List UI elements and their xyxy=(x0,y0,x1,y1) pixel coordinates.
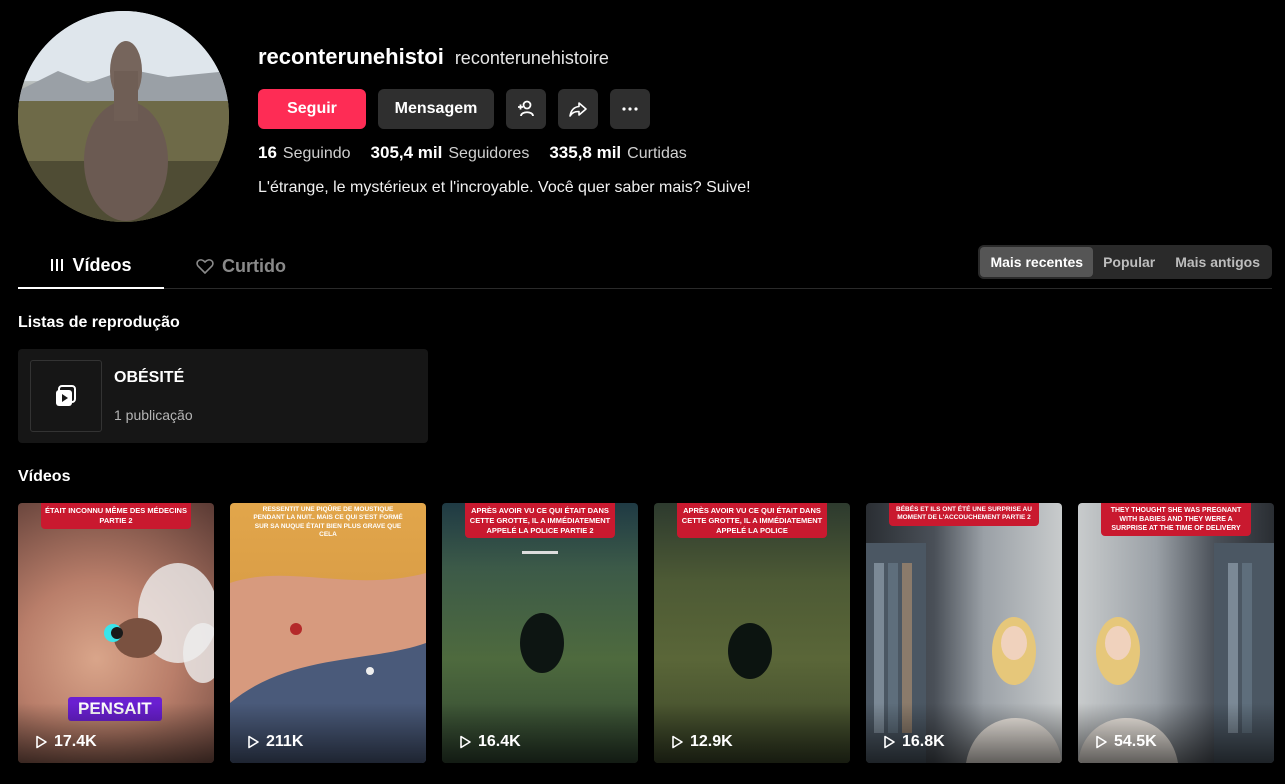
bio: L'étrange, le mystérieux et l'incroyable… xyxy=(258,179,751,196)
playlist-thumbnail xyxy=(30,360,102,432)
grid-icon xyxy=(51,259,64,271)
heart-lock-icon xyxy=(196,259,214,274)
video-card[interactable]: Après avoir vu ce qui était dans cette g… xyxy=(654,503,850,763)
tab-videos-label: Vídeos xyxy=(72,254,132,275)
share-icon xyxy=(569,102,587,117)
play-icon xyxy=(248,735,259,749)
video-views-count: 211K xyxy=(266,733,304,750)
video-views: 12.9K xyxy=(670,733,733,751)
playlist-name: OBÉSITÉ xyxy=(114,369,185,386)
video-views-count: 16.4K xyxy=(478,733,521,750)
video-card[interactable]: était inconnu même des médecins partie 2… xyxy=(18,503,214,763)
sort-popular[interactable]: Popular xyxy=(1093,247,1165,277)
profile-info: reconterunehistoi reconterunehistoire Se… xyxy=(258,44,751,197)
play-icon xyxy=(460,735,471,749)
follow-button[interactable]: Seguir xyxy=(258,89,366,129)
video-views: 16.8K xyxy=(882,733,945,751)
play-icon xyxy=(1096,735,1107,749)
name-row: reconterunehistoi reconterunehistoire xyxy=(258,44,751,70)
video-views: 54.5K xyxy=(1094,733,1157,751)
video-card[interactable]: ressentit une piqûre de moustique pendan… xyxy=(230,503,426,763)
following-stat[interactable]: 16 Seguindo xyxy=(258,143,351,163)
videos-title: Vídeos xyxy=(18,468,71,485)
profile-tabs: Vídeos Curtido Mais recentes Popular Mai… xyxy=(18,243,1272,289)
playlists-title: Listas de reprodução xyxy=(18,314,180,331)
followers-count: 305,4 mil xyxy=(370,143,443,162)
likes-stat: 335,8 mil Curtidas xyxy=(549,143,686,163)
sort-recent[interactable]: Mais recentes xyxy=(980,247,1094,277)
followers-stat[interactable]: 305,4 mil Seguidores xyxy=(371,143,530,163)
avatar-image xyxy=(18,11,229,222)
video-views: 211K xyxy=(246,733,303,751)
playlist-count: 1 publicação xyxy=(114,407,193,423)
play-icon xyxy=(36,735,47,749)
playlist-icon xyxy=(56,385,76,406)
tab-liked[interactable]: Curtido xyxy=(196,243,286,289)
profile-page: reconterunehistoi reconterunehistoire Se… xyxy=(0,0,1285,784)
add-friend-button[interactable] xyxy=(506,89,546,129)
profile-actions: Seguir Mensagem xyxy=(258,89,751,129)
tab-liked-label: Curtido xyxy=(222,255,286,276)
play-icon xyxy=(884,735,895,749)
play-icon xyxy=(672,735,683,749)
followers-label: Seguidores xyxy=(448,145,530,162)
video-views-count: 16.8K xyxy=(902,733,945,750)
video-card[interactable]: Après avoir vu ce qui était dans cette g… xyxy=(442,503,638,763)
avatar[interactable] xyxy=(18,11,229,222)
video-views-count: 12.9K xyxy=(690,733,733,750)
video-views-count: 54.5K xyxy=(1114,733,1157,750)
following-count: 16 xyxy=(258,143,277,162)
video-views: 17.4K xyxy=(34,733,97,751)
video-card[interactable]: bébés et ils ont été une surprise au mom… xyxy=(866,503,1062,763)
username: reconterunehistoi xyxy=(258,44,444,69)
sort-oldest[interactable]: Mais antigos xyxy=(1165,247,1270,277)
video-grid: était inconnu même des médecins partie 2… xyxy=(18,503,1274,763)
message-button[interactable]: Mensagem xyxy=(378,89,494,129)
more-button[interactable] xyxy=(610,89,650,129)
tab-videos[interactable]: Vídeos xyxy=(18,243,164,289)
following-label: Seguindo xyxy=(282,145,351,162)
likes-count: 335,8 mil xyxy=(549,143,622,162)
share-button[interactable] xyxy=(558,89,598,129)
video-views: 16.4K xyxy=(458,733,521,751)
video-views-count: 17.4K xyxy=(54,733,97,750)
likes-label: Curtidas xyxy=(627,145,687,162)
more-icon xyxy=(622,107,638,111)
add-user-icon xyxy=(518,100,534,117)
nickname: reconterunehistoire xyxy=(454,48,609,68)
playlist-card[interactable]: OBÉSITÉ 1 publicação xyxy=(18,349,428,443)
video-card[interactable]: They thought she was pregnant with babie… xyxy=(1078,503,1274,763)
profile-stats: 16 Seguindo 305,4 mil Seguidores 335,8 mil… xyxy=(258,143,751,163)
sort-control: Mais recentes Popular Mais antigos xyxy=(978,245,1272,279)
